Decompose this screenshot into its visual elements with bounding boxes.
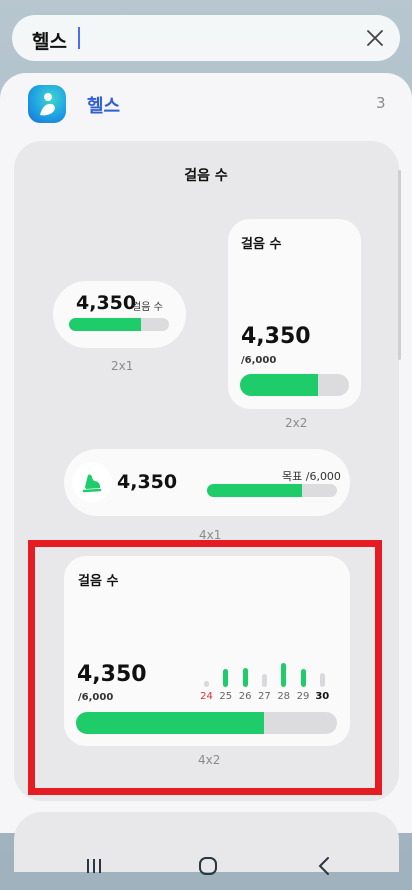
widget-2x2[interactable]: 걸음 수 4,350 /6,000 <box>228 219 361 409</box>
steps-value: 4,350 <box>117 471 178 493</box>
widget-count: 3 <box>376 94 386 112</box>
close-icon[interactable] <box>364 27 386 49</box>
steps-label: 걸음 수 <box>132 302 163 313</box>
recent-apps-icon[interactable] <box>84 856 104 876</box>
selection-highlight <box>28 540 382 795</box>
steps-progress-fill <box>69 318 141 331</box>
widget-4x1[interactable]: 4,350 목표 /6,000 <box>64 449 350 516</box>
scrollbar[interactable] <box>398 170 401 360</box>
size-label-2x2: 2x2 <box>285 416 308 430</box>
app-name: 헬스 <box>87 96 121 117</box>
steps-goal-label: 목표 /6,000 <box>282 470 341 483</box>
steps-progress-bar <box>240 374 349 396</box>
panel-title: 걸음 수 <box>184 168 228 184</box>
search-bar[interactable]: 헬스 <box>12 15 400 61</box>
home-icon[interactable] <box>198 856 218 876</box>
text-caret <box>78 27 80 49</box>
steps-progress-bar <box>69 318 169 331</box>
steps-progress-fill <box>207 484 302 497</box>
size-label-2x1: 2x1 <box>111 359 134 373</box>
health-app-icon <box>28 85 66 123</box>
shoe-icon <box>72 462 112 502</box>
steps-progress-bar <box>207 484 337 497</box>
widget-2x1[interactable]: 4,350 걸음 수 <box>53 281 186 348</box>
search-input[interactable]: 헬스 <box>32 27 67 54</box>
steps-value: 4,350 <box>76 292 137 314</box>
steps-value: 4,350 <box>241 324 311 349</box>
steps-goal: /6,000 <box>241 355 277 366</box>
widget-title: 걸음 수 <box>241 237 282 252</box>
back-icon[interactable] <box>315 856 335 876</box>
steps-progress-fill <box>240 374 319 396</box>
navigation-bar <box>0 840 412 890</box>
